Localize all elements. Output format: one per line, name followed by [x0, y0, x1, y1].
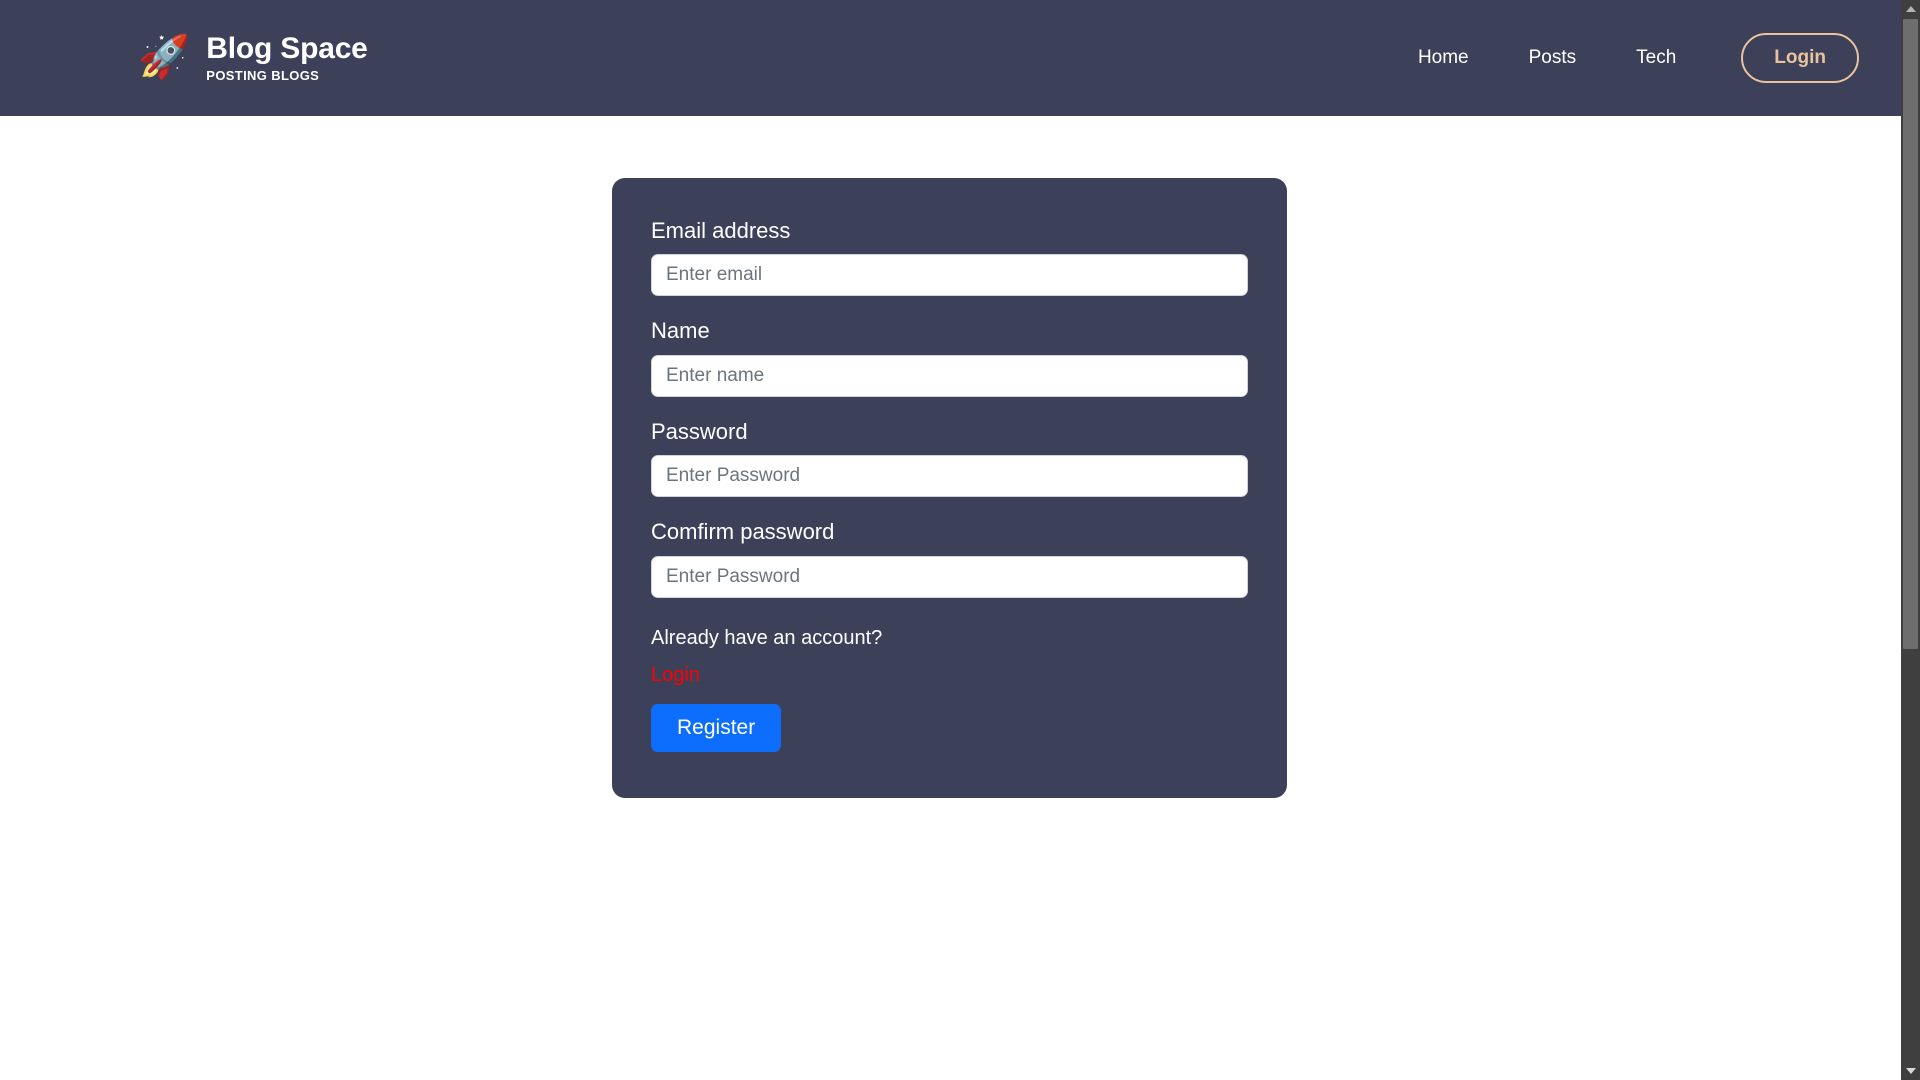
page-root: 🚀 Blog Space POSTING BLOGS Home Posts Te… — [0, 0, 1920, 1080]
existing-account-prompt: Already have an account? — [651, 626, 883, 649]
confirm-password-field-group: Comfirm password — [651, 519, 1248, 598]
confirm-password-field-label: Comfirm password — [651, 519, 835, 545]
name-field-label: Name — [651, 318, 710, 344]
primary-navigation: Home Posts Tech Login — [1388, 33, 1859, 83]
password-field-label: Password — [651, 418, 748, 444]
brand-logo-link[interactable]: 🚀 Blog Space POSTING BLOGS — [138, 33, 368, 83]
scrollbar-thumb[interactable] — [1903, 19, 1918, 649]
nav-link-home[interactable]: Home — [1388, 39, 1499, 77]
register-form-card: Email address Name Password Comfirm pass… — [612, 178, 1287, 798]
nav-link-posts[interactable]: Posts — [1499, 39, 1607, 77]
password-input[interactable] — [651, 455, 1248, 498]
register-submit-button[interactable]: Register — [651, 703, 782, 752]
password-field-group: Password — [651, 418, 1248, 498]
scrollbar-up-arrow-icon[interactable] — [1901, 0, 1920, 18]
scrollbar-down-arrow-icon[interactable] — [1901, 1062, 1920, 1080]
email-field-label: Email address — [651, 218, 791, 243]
email-field-group: Email address — [651, 218, 1248, 297]
rocket-icon: 🚀 — [138, 32, 191, 80]
nav-login-button[interactable]: Login — [1741, 33, 1859, 83]
brand-title: Blog Space — [206, 32, 368, 66]
confirm-password-input[interactable] — [651, 555, 1248, 598]
brand-subtitle: POSTING BLOGS — [206, 67, 320, 83]
site-header: 🚀 Blog Space POSTING BLOGS Home Posts Te… — [0, 0, 1901, 116]
email-input[interactable] — [651, 254, 1248, 297]
brand-text: Blog Space POSTING BLOGS — [206, 32, 368, 83]
login-link[interactable]: Login — [651, 663, 700, 687]
name-input[interactable] — [651, 354, 1248, 397]
nav-link-tech[interactable]: Tech — [1606, 39, 1706, 77]
name-field-group: Name — [651, 318, 1248, 397]
page-scrollbar[interactable] — [1901, 0, 1920, 1080]
